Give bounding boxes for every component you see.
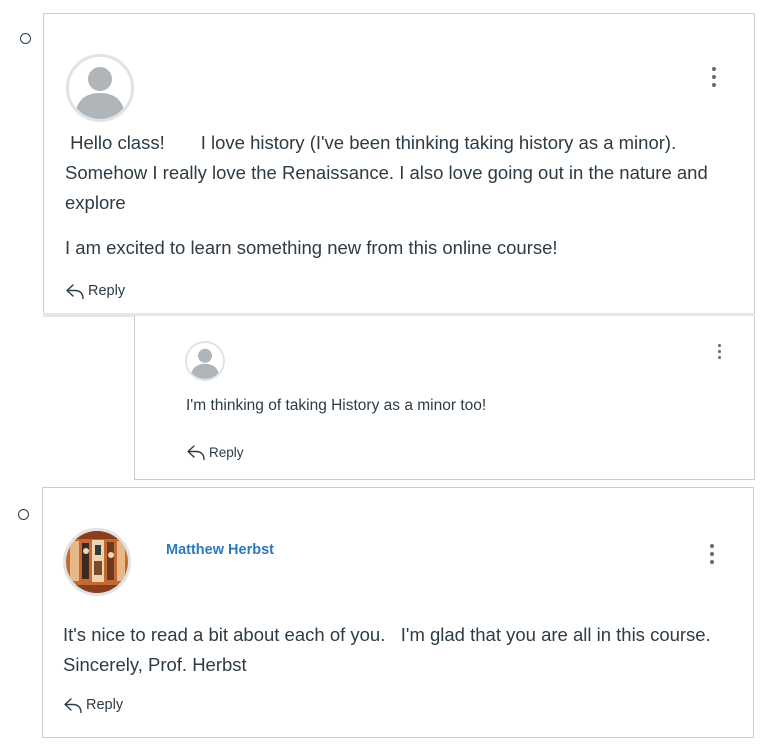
unread-indicator-radio[interactable]	[18, 509, 29, 520]
post-options-menu-icon[interactable]	[711, 67, 717, 87]
post-paragraph: Hello class! I love history (I've been t…	[65, 132, 713, 213]
post-options-menu-icon[interactable]	[709, 544, 715, 564]
avatar[interactable]	[185, 341, 225, 381]
post-body: It's nice to read a bit about each of yo…	[63, 620, 723, 680]
reply-options-menu-icon[interactable]	[716, 344, 722, 359]
reply-paragraph: I'm thinking of taking History as a mino…	[186, 397, 487, 414]
author-avatar[interactable]	[63, 528, 131, 596]
reply-body: I'm thinking of taking History as a mino…	[186, 394, 726, 418]
post-paragraph: I am excited to learn something new from…	[65, 237, 558, 258]
author-name-link[interactable]: Matthew Herbst	[166, 542, 274, 558]
egyptian-papyrus-avatar-image	[66, 531, 128, 593]
discussion-reply: I'm thinking of taking History as a mino…	[134, 316, 755, 480]
default-user-icon	[69, 57, 131, 119]
discussion-post-1: Hello class! I love history (I've been t…	[43, 13, 755, 314]
reply-button[interactable]: Reply	[63, 696, 123, 714]
reply-label: Reply	[88, 283, 126, 299]
reply-label: Reply	[86, 697, 124, 713]
reply-arrow-icon	[66, 284, 84, 300]
discussion-post-2: Matthew Herbst It's nice to read a bit a…	[42, 487, 754, 738]
reply-label: Reply	[209, 444, 244, 460]
reply-button[interactable]: Reply	[186, 443, 244, 461]
reply-button[interactable]: Reply	[65, 282, 125, 300]
unread-indicator-radio[interactable]	[20, 33, 31, 44]
reply-arrow-icon	[187, 445, 205, 461]
default-user-icon	[187, 343, 223, 379]
post-paragraph: It's nice to read a bit about each of yo…	[63, 624, 727, 675]
reply-arrow-icon	[64, 698, 82, 714]
post-body: Hello class! I love history (I've been t…	[65, 128, 740, 263]
avatar[interactable]	[66, 54, 134, 122]
